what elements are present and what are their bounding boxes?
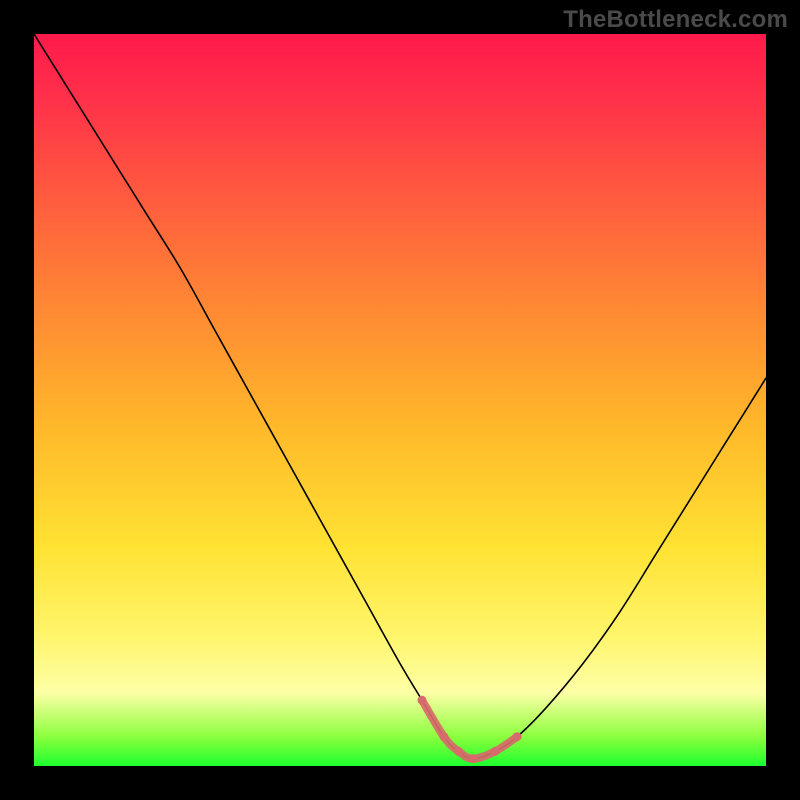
- bottom-highlight: [422, 700, 517, 759]
- highlight-dot: [417, 696, 426, 705]
- bottleneck-curve: [34, 34, 766, 759]
- highlight-dot: [439, 732, 448, 741]
- highlight-dot: [454, 747, 463, 756]
- highlight-dot: [513, 732, 522, 741]
- watermark-text: TheBottleneck.com: [563, 6, 788, 34]
- highlight-dot: [491, 747, 500, 756]
- curve-layer: [34, 34, 766, 766]
- plot-area: [34, 34, 766, 766]
- chart-frame: TheBottleneck.com: [0, 0, 800, 800]
- highlight-dot: [469, 754, 478, 763]
- bottom-highlight-dots: [417, 696, 521, 764]
